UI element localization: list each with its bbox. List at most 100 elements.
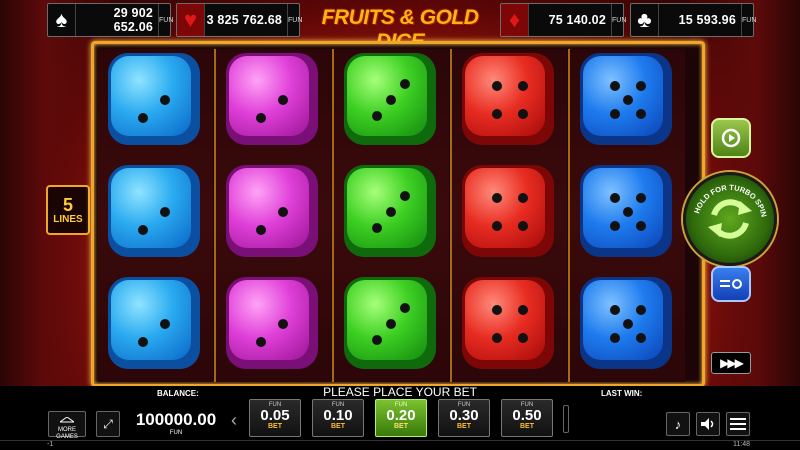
- dice-face: [229, 280, 309, 360]
- dice-symbol: [580, 165, 672, 257]
- dice-pip: [138, 113, 148, 124]
- more-games-label: MORE GAMES: [56, 427, 78, 440]
- dice-pip: [610, 108, 620, 119]
- bet-value: 0.10: [323, 407, 353, 424]
- dice-pip: [278, 95, 289, 105]
- spade-icon: ♠: [48, 4, 76, 36]
- dice-pip: [635, 81, 646, 92]
- dice-symbol: [226, 165, 318, 257]
- dice-face: [111, 168, 191, 248]
- dice-pip: [610, 81, 620, 92]
- dice-pip: [256, 337, 266, 348]
- dice-pip: [635, 220, 646, 231]
- menu-button[interactable]: [726, 412, 750, 436]
- dice-pip: [138, 225, 148, 236]
- bet-option[interactable]: FUN 0.30 BET: [438, 399, 490, 437]
- bet-next-button[interactable]: [563, 405, 569, 433]
- dice-face: [583, 168, 663, 248]
- jackpot-diamond: ♦ 75 140.02 FUN: [500, 3, 626, 37]
- expand-icon: ⤢: [103, 416, 113, 431]
- dice-symbol: [108, 165, 200, 257]
- dice-pip: [517, 108, 528, 119]
- dice-symbol: [108, 53, 200, 145]
- bet-label: BET: [394, 423, 408, 430]
- dice-symbol: [344, 165, 436, 257]
- dice-symbol: [226, 53, 318, 145]
- dice-pip: [372, 111, 383, 121]
- dice-pip: [622, 207, 633, 217]
- dice-pip: [278, 207, 289, 217]
- jackpot-value: 3 825 762.68: [206, 13, 282, 27]
- dice-pip: [256, 225, 266, 236]
- bet-label: BET: [520, 423, 534, 430]
- autoplay-button[interactable]: [711, 118, 751, 158]
- jackpot-spade: ♠ 29 902 652.06 FUN: [47, 3, 173, 37]
- reel-separator: [450, 49, 452, 382]
- autoplay-icon: [721, 128, 741, 148]
- hamburger-icon: [730, 418, 746, 430]
- fast-forward-button[interactable]: ▶▶▶: [711, 352, 751, 374]
- status-divider: [0, 440, 800, 441]
- bet-option[interactable]: FUN 0.50 BET: [501, 399, 553, 437]
- svg-text:HOLD FOR TURBO SPIN: HOLD FOR TURBO SPIN: [692, 183, 768, 218]
- bet-label: BET: [268, 423, 282, 430]
- bet-option[interactable]: FUN 0.05 BET: [249, 399, 301, 437]
- balance-currency: FUN: [169, 430, 183, 436]
- dice-pip: [610, 305, 620, 316]
- clock: 11:48: [733, 441, 750, 448]
- dice-face: [229, 56, 309, 136]
- dice-symbol: [462, 165, 554, 257]
- turbo-spin-label: HOLD FOR TURBO SPIN: [692, 183, 768, 218]
- jackpot-currency: FUN: [611, 4, 626, 36]
- dice-face: [111, 56, 191, 136]
- dice-pip: [399, 191, 410, 201]
- jackpot-value: 15 593.96: [678, 13, 736, 27]
- dice-face: [583, 56, 663, 136]
- bet-value: 0.30: [449, 407, 479, 424]
- dice-pip: [622, 95, 633, 105]
- bet-prev-chevron-icon[interactable]: ‹: [231, 410, 237, 431]
- balance-label: BALANCE:: [157, 389, 199, 398]
- dice-pip: [517, 220, 528, 231]
- settings-button[interactable]: [711, 266, 751, 302]
- lines-count: 5: [62, 194, 73, 215]
- dice-symbol: [462, 277, 554, 369]
- dice-pip: [399, 303, 410, 313]
- more-games-button[interactable]: MORE GAMES: [48, 411, 86, 440]
- settings-icon: [720, 279, 742, 289]
- dice-symbol: [580, 53, 672, 145]
- dice-pip: [492, 108, 502, 119]
- bet-option[interactable]: FUN 0.10 BET: [312, 399, 364, 437]
- bet-value: 0.50: [512, 407, 542, 424]
- dice-pip: [517, 193, 528, 204]
- dice-symbol: [580, 277, 672, 369]
- lines-label: LINES: [53, 213, 83, 225]
- status-left: -1: [47, 441, 54, 448]
- dice-face: [347, 56, 427, 136]
- last-win-label: LAST WIN:: [601, 389, 643, 398]
- speaker-icon: [701, 418, 714, 430]
- dice-pip: [278, 319, 289, 329]
- bet-option-selected[interactable]: FUN 0.20 BET: [375, 399, 427, 437]
- lines-badge: 5 LINES: [46, 185, 90, 235]
- dice-face: [465, 280, 545, 360]
- dice-pip: [610, 193, 620, 204]
- dice-symbol: [108, 277, 200, 369]
- dice-pip: [160, 95, 171, 105]
- jackpot-value: 29 902 652.06: [113, 6, 153, 34]
- club-icon: ♣: [631, 4, 659, 36]
- diamond-icon: ♦: [501, 4, 529, 36]
- game-logo: FRUITS & GOLD DICE: [321, 6, 479, 53]
- dice-pip: [492, 332, 502, 343]
- dice-pip: [635, 108, 646, 119]
- dice-pip: [492, 305, 502, 316]
- music-button[interactable]: ♪: [666, 412, 690, 436]
- jackpot-currency: FUN: [158, 4, 173, 36]
- dice-symbol: [344, 53, 436, 145]
- fullscreen-button[interactable]: ⤢: [96, 411, 120, 437]
- sound-button[interactable]: [696, 412, 720, 436]
- dice-face: [347, 168, 427, 248]
- reel-frame: [91, 41, 705, 387]
- heart-icon: ♥: [177, 4, 205, 36]
- dice-pip: [610, 220, 620, 231]
